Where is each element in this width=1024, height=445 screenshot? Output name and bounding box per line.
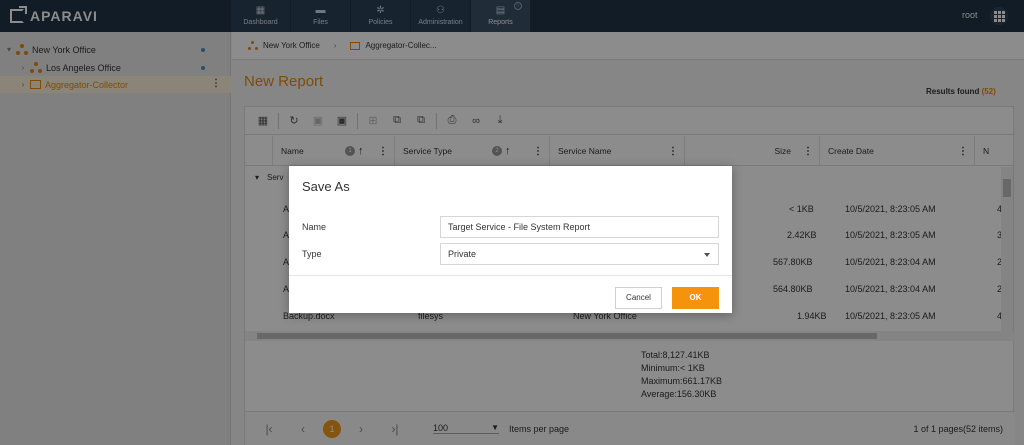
type-select[interactable]: Private	[440, 243, 719, 265]
type-label: Type	[302, 249, 322, 259]
dialog-divider	[289, 275, 732, 276]
name-input[interactable]	[440, 216, 719, 238]
cancel-button[interactable]: Cancel	[615, 287, 662, 309]
save-as-dialog: Save As Name Type Private Cancel OK	[289, 166, 732, 313]
dropdown-arrow-icon	[704, 253, 710, 257]
ok-button[interactable]: OK	[672, 287, 719, 309]
dialog-title: Save As	[302, 179, 350, 194]
type-select-value: Private	[448, 249, 477, 259]
name-label: Name	[302, 222, 327, 232]
